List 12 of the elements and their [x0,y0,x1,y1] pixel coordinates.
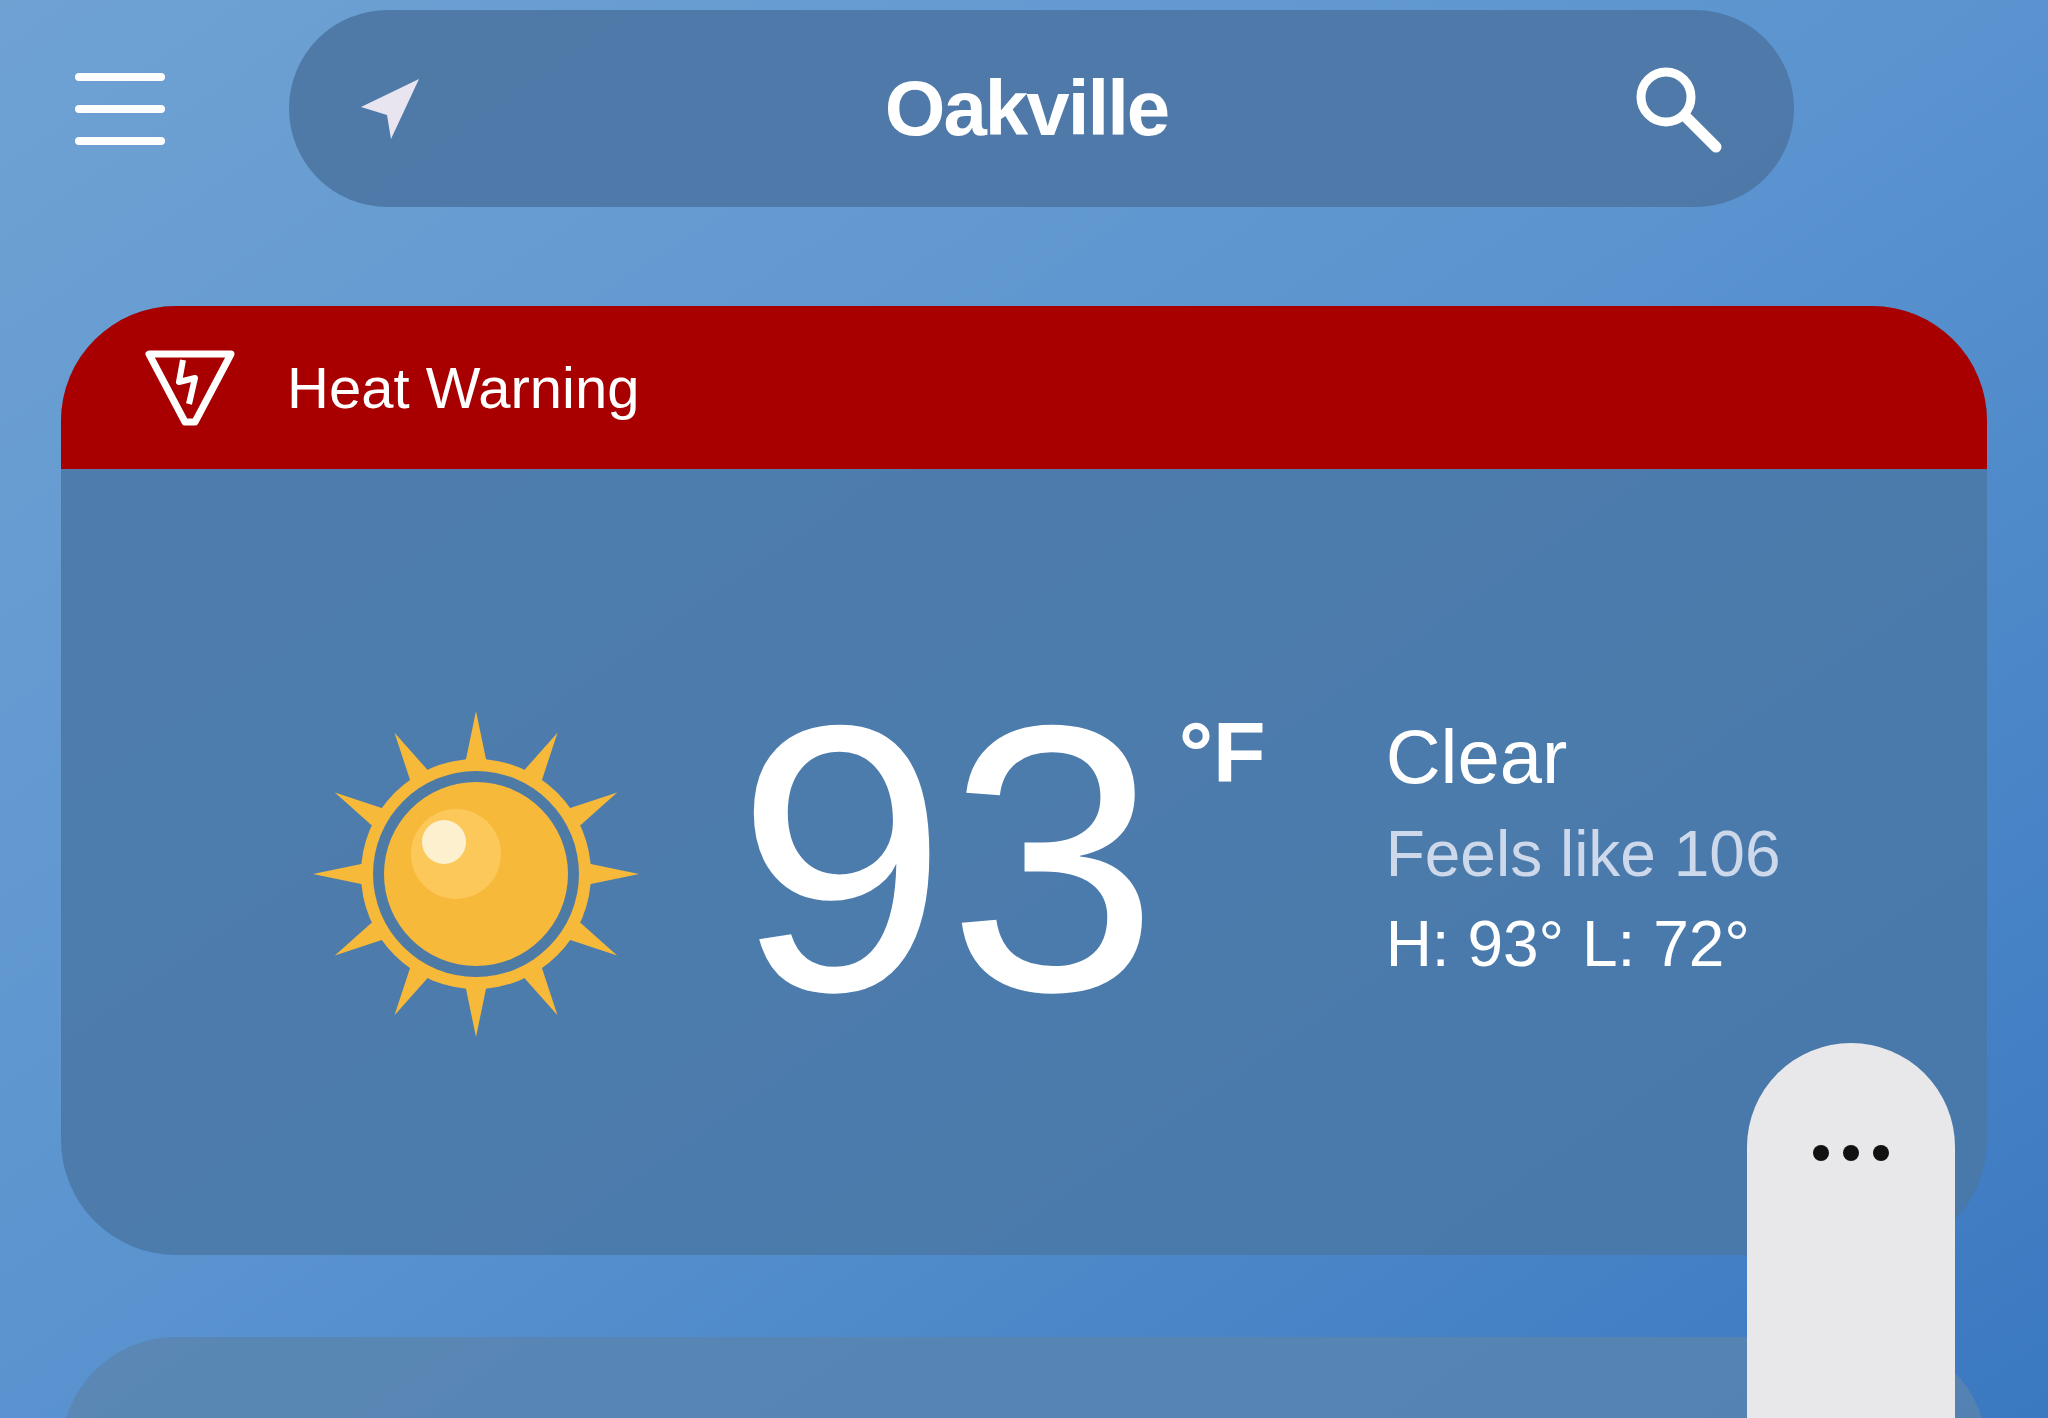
feels-like-text: Feels like 106 [1385,817,1781,892]
alert-title: Heat Warning [287,354,640,422]
more-options-button[interactable] [1747,1043,1955,1418]
more-icon [1811,1143,1891,1163]
temperature: 93 [736,669,1159,1049]
menu-button[interactable] [75,72,165,145]
condition-text: Clear [1385,713,1569,801]
high-low-text: H: 93° L: 72° [1385,907,1751,982]
city-title: Oakville [884,63,1169,154]
temperature-unit: °F [1178,709,1266,795]
alert-banner[interactable]: Heat Warning [61,306,1987,469]
location-arrow-icon[interactable] [359,76,421,141]
